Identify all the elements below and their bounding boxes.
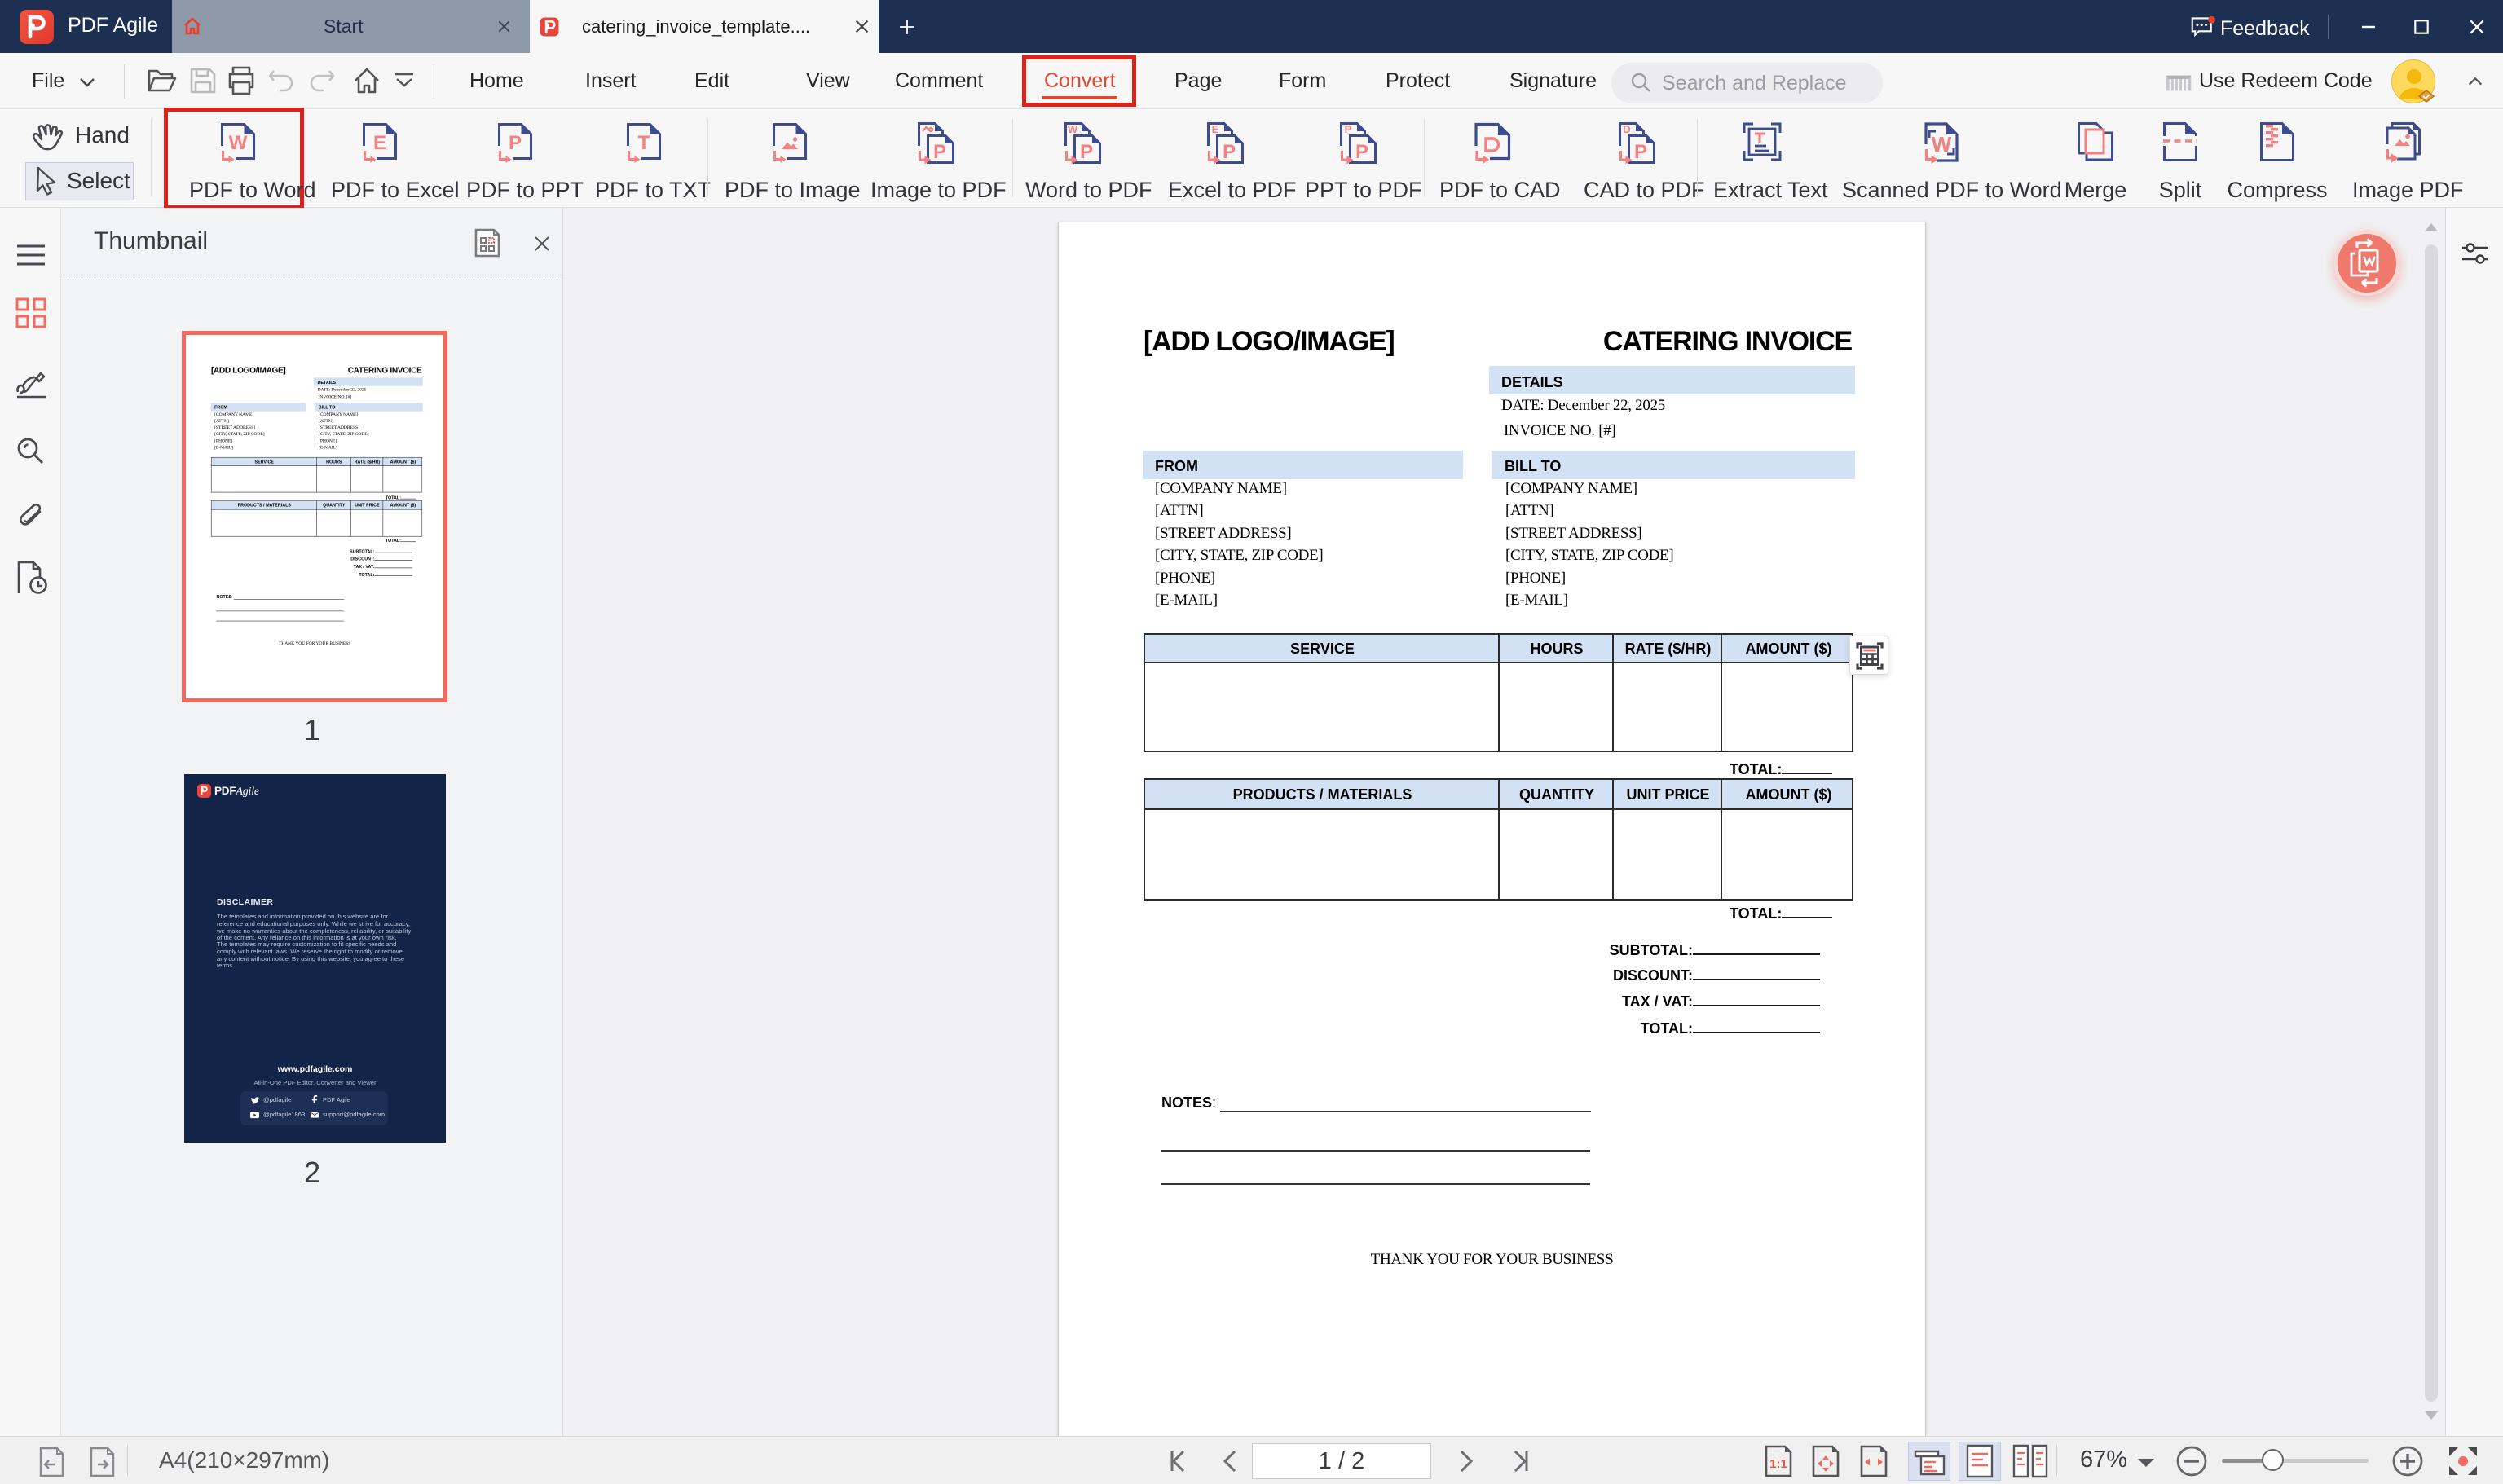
svg-text:P: P <box>1080 141 1093 163</box>
svg-text:W: W <box>1068 123 1078 135</box>
svg-text:P: P <box>1223 141 1236 163</box>
svg-text:P: P <box>1355 141 1368 163</box>
svg-text:W: W <box>1932 132 1952 156</box>
svg-text:1:1: 1:1 <box>1769 1457 1787 1471</box>
svg-text:P: P <box>1345 123 1352 135</box>
svg-text:P: P <box>933 141 946 163</box>
svg-text:W: W <box>229 132 248 154</box>
svg-text:P: P <box>1634 141 1647 163</box>
svg-text:E: E <box>373 132 386 154</box>
svg-text:D: D <box>1623 123 1630 135</box>
svg-text:E: E <box>1212 123 1219 135</box>
svg-text:T: T <box>638 132 650 154</box>
svg-text:P: P <box>509 132 522 154</box>
